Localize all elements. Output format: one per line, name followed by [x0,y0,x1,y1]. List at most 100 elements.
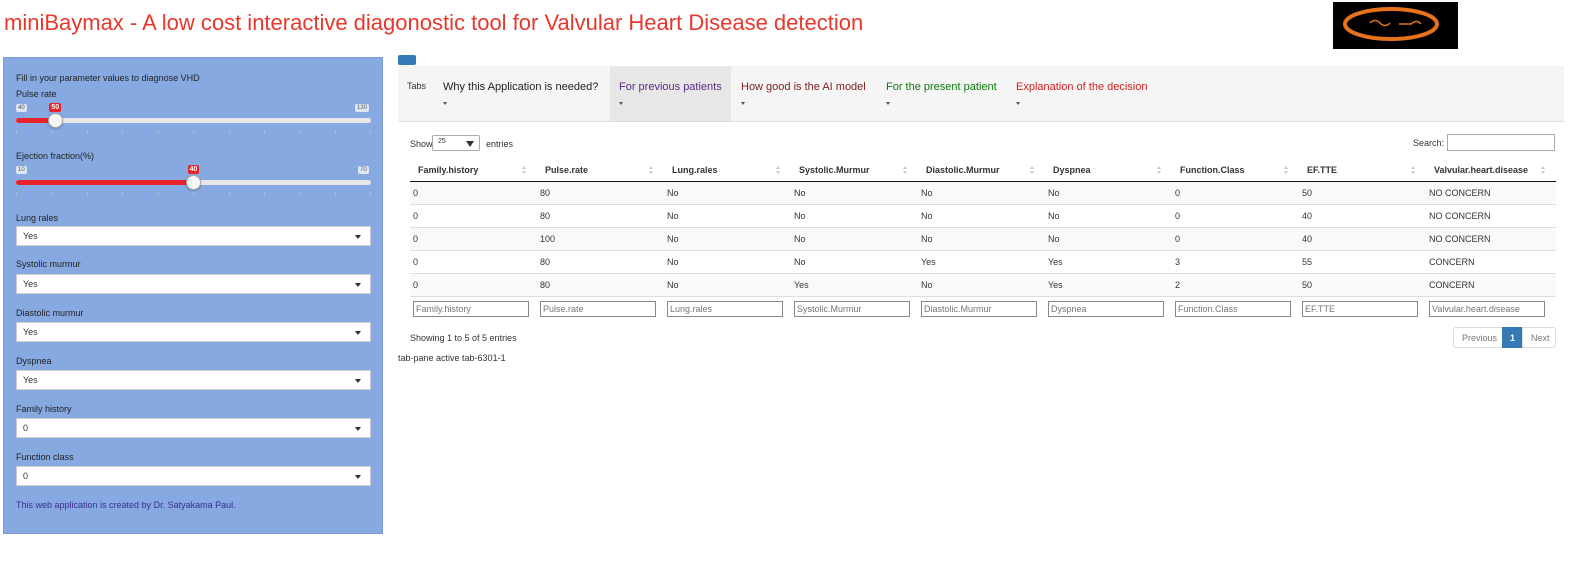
tab-explanation[interactable]: Explanation of the decision [1007,66,1156,121]
filter-input[interactable] [1175,300,1291,317]
table-cell: 0 [410,272,537,296]
sort-icon [1541,166,1546,175]
sort-icon [1284,166,1289,175]
table-cell: No [918,203,1045,227]
chevron-down-icon [355,331,361,335]
column-header[interactable]: Valvular.heart.disease [1426,160,1556,182]
table-cell: Yes [1045,249,1172,273]
tab-label: For previous patients [619,81,722,93]
entries-label: entries [486,139,514,149]
search-label: Search: [1413,138,1445,148]
table-cell: Yes [791,272,918,296]
table-cell: 0 [1172,226,1299,250]
column-header[interactable]: Lung.rales [664,160,791,182]
chevron-down-icon [355,235,361,239]
table-cell: CONCERN [1426,272,1556,296]
table-cell: No [791,180,918,204]
pulse-rate-handle[interactable] [47,113,63,128]
table-row: 0 80 No Yes No Yes 2 50 CONCERN [410,272,1556,296]
filter-input[interactable] [1302,300,1418,317]
table-cell: NO CONCERN [1426,180,1556,204]
tab-why-needed[interactable]: Why this Application is needed? [434,66,607,121]
table-cell: 0 [1172,203,1299,227]
tab-ai-model[interactable]: How good is the AI model [732,66,875,121]
table-cell: No [664,249,791,273]
column-header[interactable]: Function.Class [1172,160,1299,182]
filter-input[interactable] [1429,300,1545,317]
chevron-down-icon [886,102,890,105]
app-logo [1333,2,1458,49]
page-1-button[interactable]: 1 [1502,327,1523,348]
pulse-rate-min: 40 [16,104,27,112]
table-cell: 40 [1299,226,1426,250]
pulse-rate-ticks [16,130,371,138]
dyspnea-select[interactable]: Yes [16,370,371,390]
dyspnea-value: Yes [23,375,38,385]
next-page-button[interactable]: Next [1522,327,1556,348]
sort-icon [522,166,527,175]
table-row: 0 100 No No No No 0 40 NO CONCERN [410,226,1556,250]
ejection-fraction-label: Ejection fraction(%) [16,151,95,161]
table-header-row: Family.history Pulse.rate Lung.rales Sys… [410,160,1556,182]
table-cell: 0 [410,226,537,250]
table-cell: 100 [537,226,664,250]
table-cell: 80 [537,272,664,296]
column-header-label: Diastolic.Murmur [926,165,1000,176]
table-cell: No [918,272,1045,296]
search-input[interactable] [1447,134,1555,151]
pulse-rate-slider[interactable] [16,118,371,123]
filter-input[interactable] [794,300,910,317]
filter-input[interactable] [921,300,1037,317]
table-cell: No [664,226,791,250]
column-header[interactable]: Diastolic.Murmur [918,160,1045,182]
column-header-label: Family.history [418,165,479,176]
ejection-fraction-min: 10 [16,166,27,174]
ejection-fraction-ticks [16,192,371,200]
column-header[interactable]: Dyspnea [1045,160,1172,182]
column-header[interactable]: Family.history [410,160,537,182]
tab-previous-patients[interactable]: For previous patients [610,66,731,121]
tab-pill-button[interactable] [398,55,416,65]
table-cell: Yes [918,249,1045,273]
dyspnea-label: Dyspnea [16,356,52,366]
family-history-select[interactable]: 0 [16,418,371,438]
page-length-select[interactable]: 25 [432,135,480,151]
column-header[interactable]: EF.TTE [1299,160,1426,182]
table-cell: No [918,226,1045,250]
filter-input[interactable] [413,300,529,317]
column-header-label: Valvular.heart.disease [1434,165,1529,176]
lung-rales-value: Yes [23,231,38,241]
diastolic-murmur-select[interactable]: Yes [16,322,371,342]
table-cell: No [1045,180,1172,204]
chevron-down-icon [355,379,361,383]
table-cell: 0 [410,180,537,204]
column-header-label: Function.Class [1180,165,1245,176]
filter-input[interactable] [540,300,656,317]
chevron-down-icon [443,102,447,105]
table-cell: NO CONCERN [1426,226,1556,250]
column-header[interactable]: Systolic.Murmur [791,160,918,182]
show-label: Show [410,139,433,149]
function-class-value: 0 [23,471,29,481]
ejection-fraction-handle[interactable] [186,175,201,190]
table-cell: No [791,226,918,250]
table-cell: No [1045,226,1172,250]
chevron-down-icon [1016,102,1020,105]
tab-label: Why this Application is needed? [443,81,599,93]
function-class-select[interactable]: 0 [16,466,371,486]
tab-label: For the present patient [886,81,997,93]
filter-input[interactable] [1048,300,1164,317]
table-cell: No [918,180,1045,204]
column-header-label: Pulse.rate [545,165,589,176]
table-cell: 0 [410,249,537,273]
table-cell: 40 [1299,203,1426,227]
table-cell: No [1045,203,1172,227]
previous-page-button[interactable]: Previous [1453,327,1503,348]
systolic-murmur-select[interactable]: Yes [16,274,371,294]
column-header[interactable]: Pulse.rate [537,160,664,182]
family-history-value: 0 [23,423,29,433]
tab-present-patient[interactable]: For the present patient [877,66,1006,121]
lung-rales-select[interactable]: Yes [16,226,371,246]
sort-icon [1030,166,1035,175]
filter-input[interactable] [667,300,783,317]
